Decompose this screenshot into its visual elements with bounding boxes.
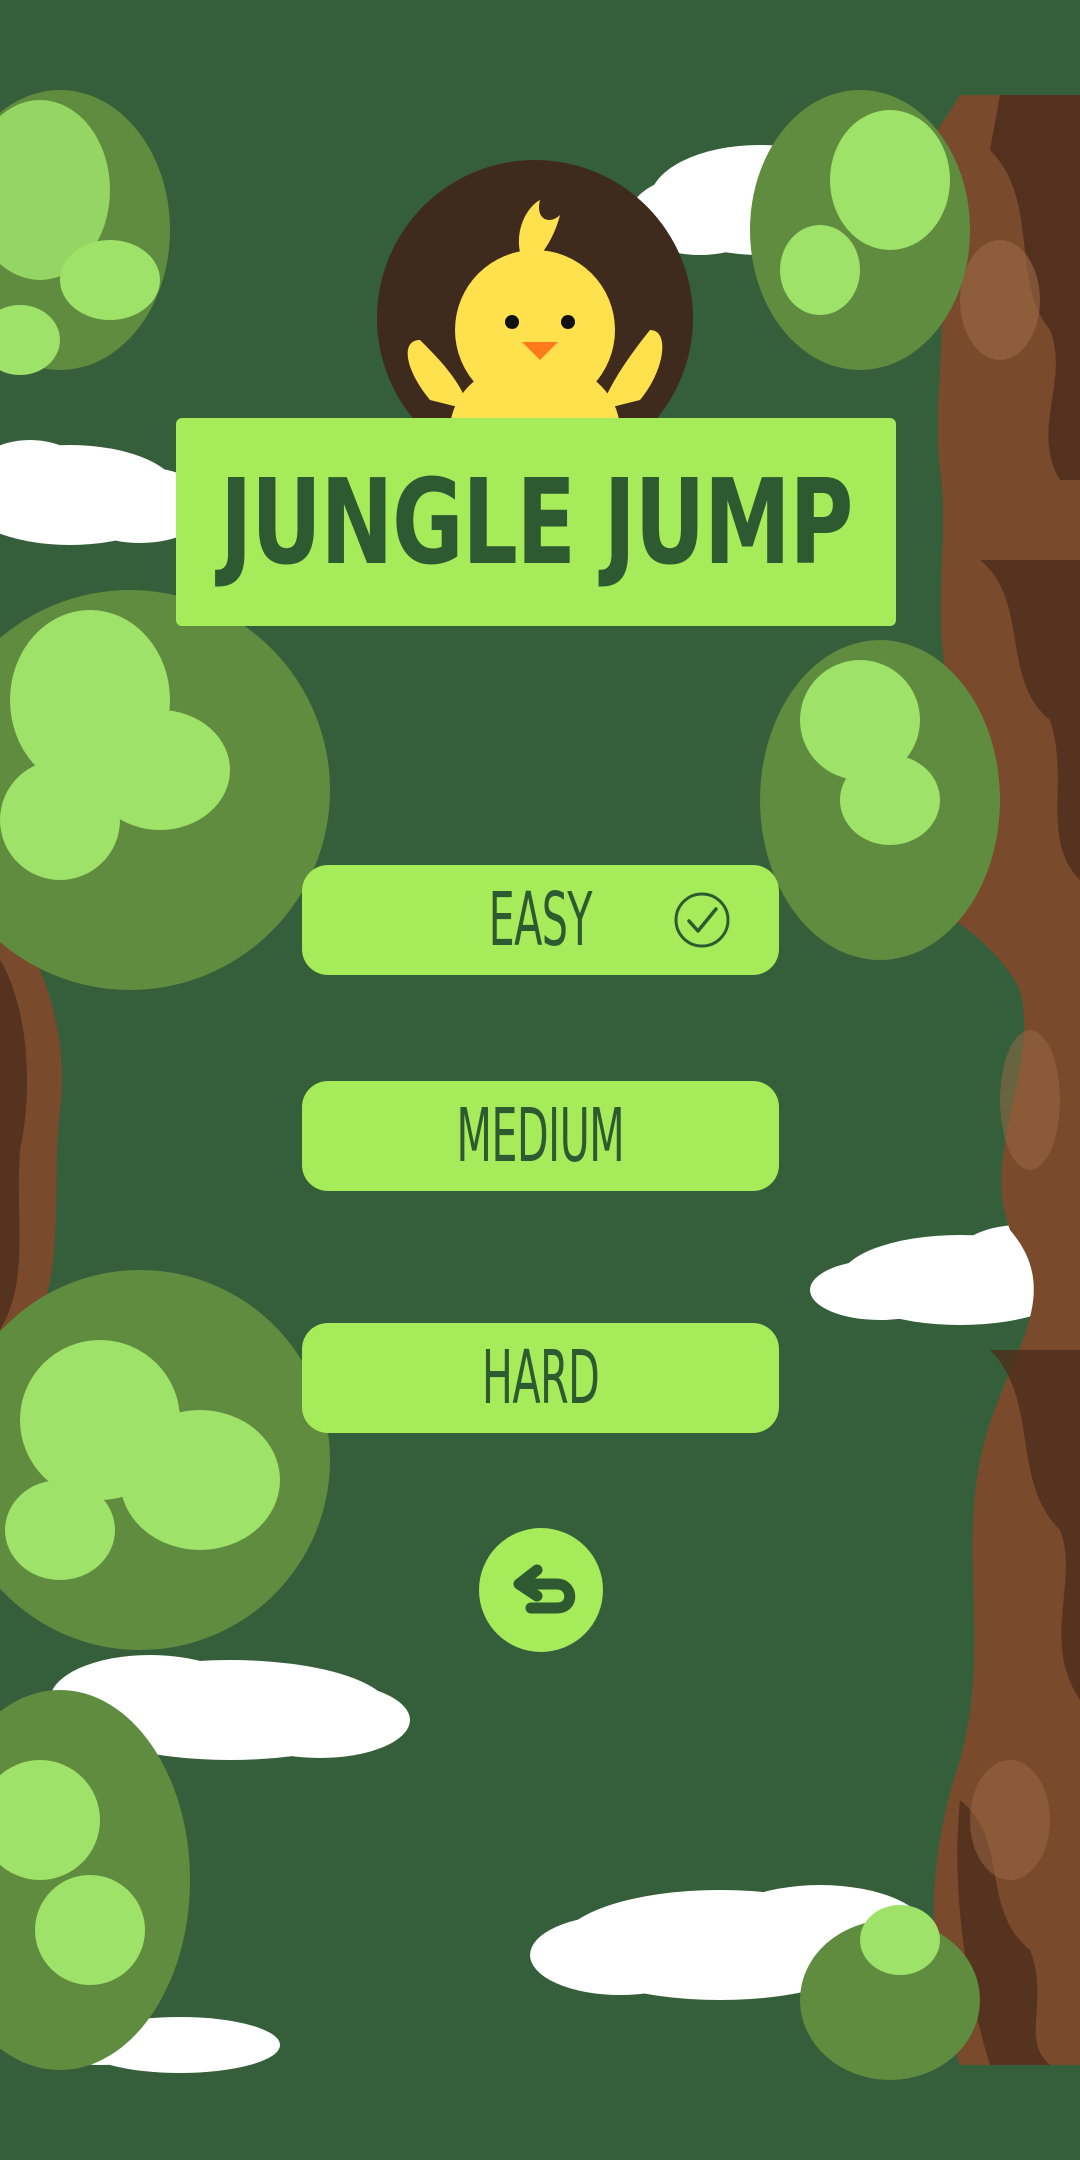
leaves-top-right bbox=[750, 90, 970, 370]
hard-label: HARD bbox=[481, 1335, 600, 1421]
leaves-lower-left bbox=[0, 1270, 330, 1650]
game-title: JUNGLE JUMP bbox=[220, 453, 853, 591]
leaves-mid-left bbox=[0, 590, 330, 990]
back-arrow-icon bbox=[513, 1564, 576, 1614]
back-button[interactable] bbox=[479, 1528, 603, 1652]
hard-button[interactable]: HARD bbox=[302, 1323, 779, 1433]
medium-button[interactable]: MEDIUM bbox=[302, 1081, 779, 1191]
leaves-top-left bbox=[0, 90, 170, 375]
medium-label: MEDIUM bbox=[456, 1093, 625, 1179]
check-circle-icon bbox=[674, 892, 730, 948]
title-banner: JUNGLE JUMP bbox=[176, 418, 896, 626]
easy-button[interactable]: EASY bbox=[302, 865, 779, 975]
tree-trunk-right bbox=[870, 95, 1080, 2065]
leaves-mid-right bbox=[760, 640, 1000, 960]
difficulty-screen: JUNGLE JUMP EASY MEDIUM HARD bbox=[0, 0, 1080, 2160]
jungle-background bbox=[0, 0, 1080, 2160]
easy-label: EASY bbox=[488, 877, 593, 963]
